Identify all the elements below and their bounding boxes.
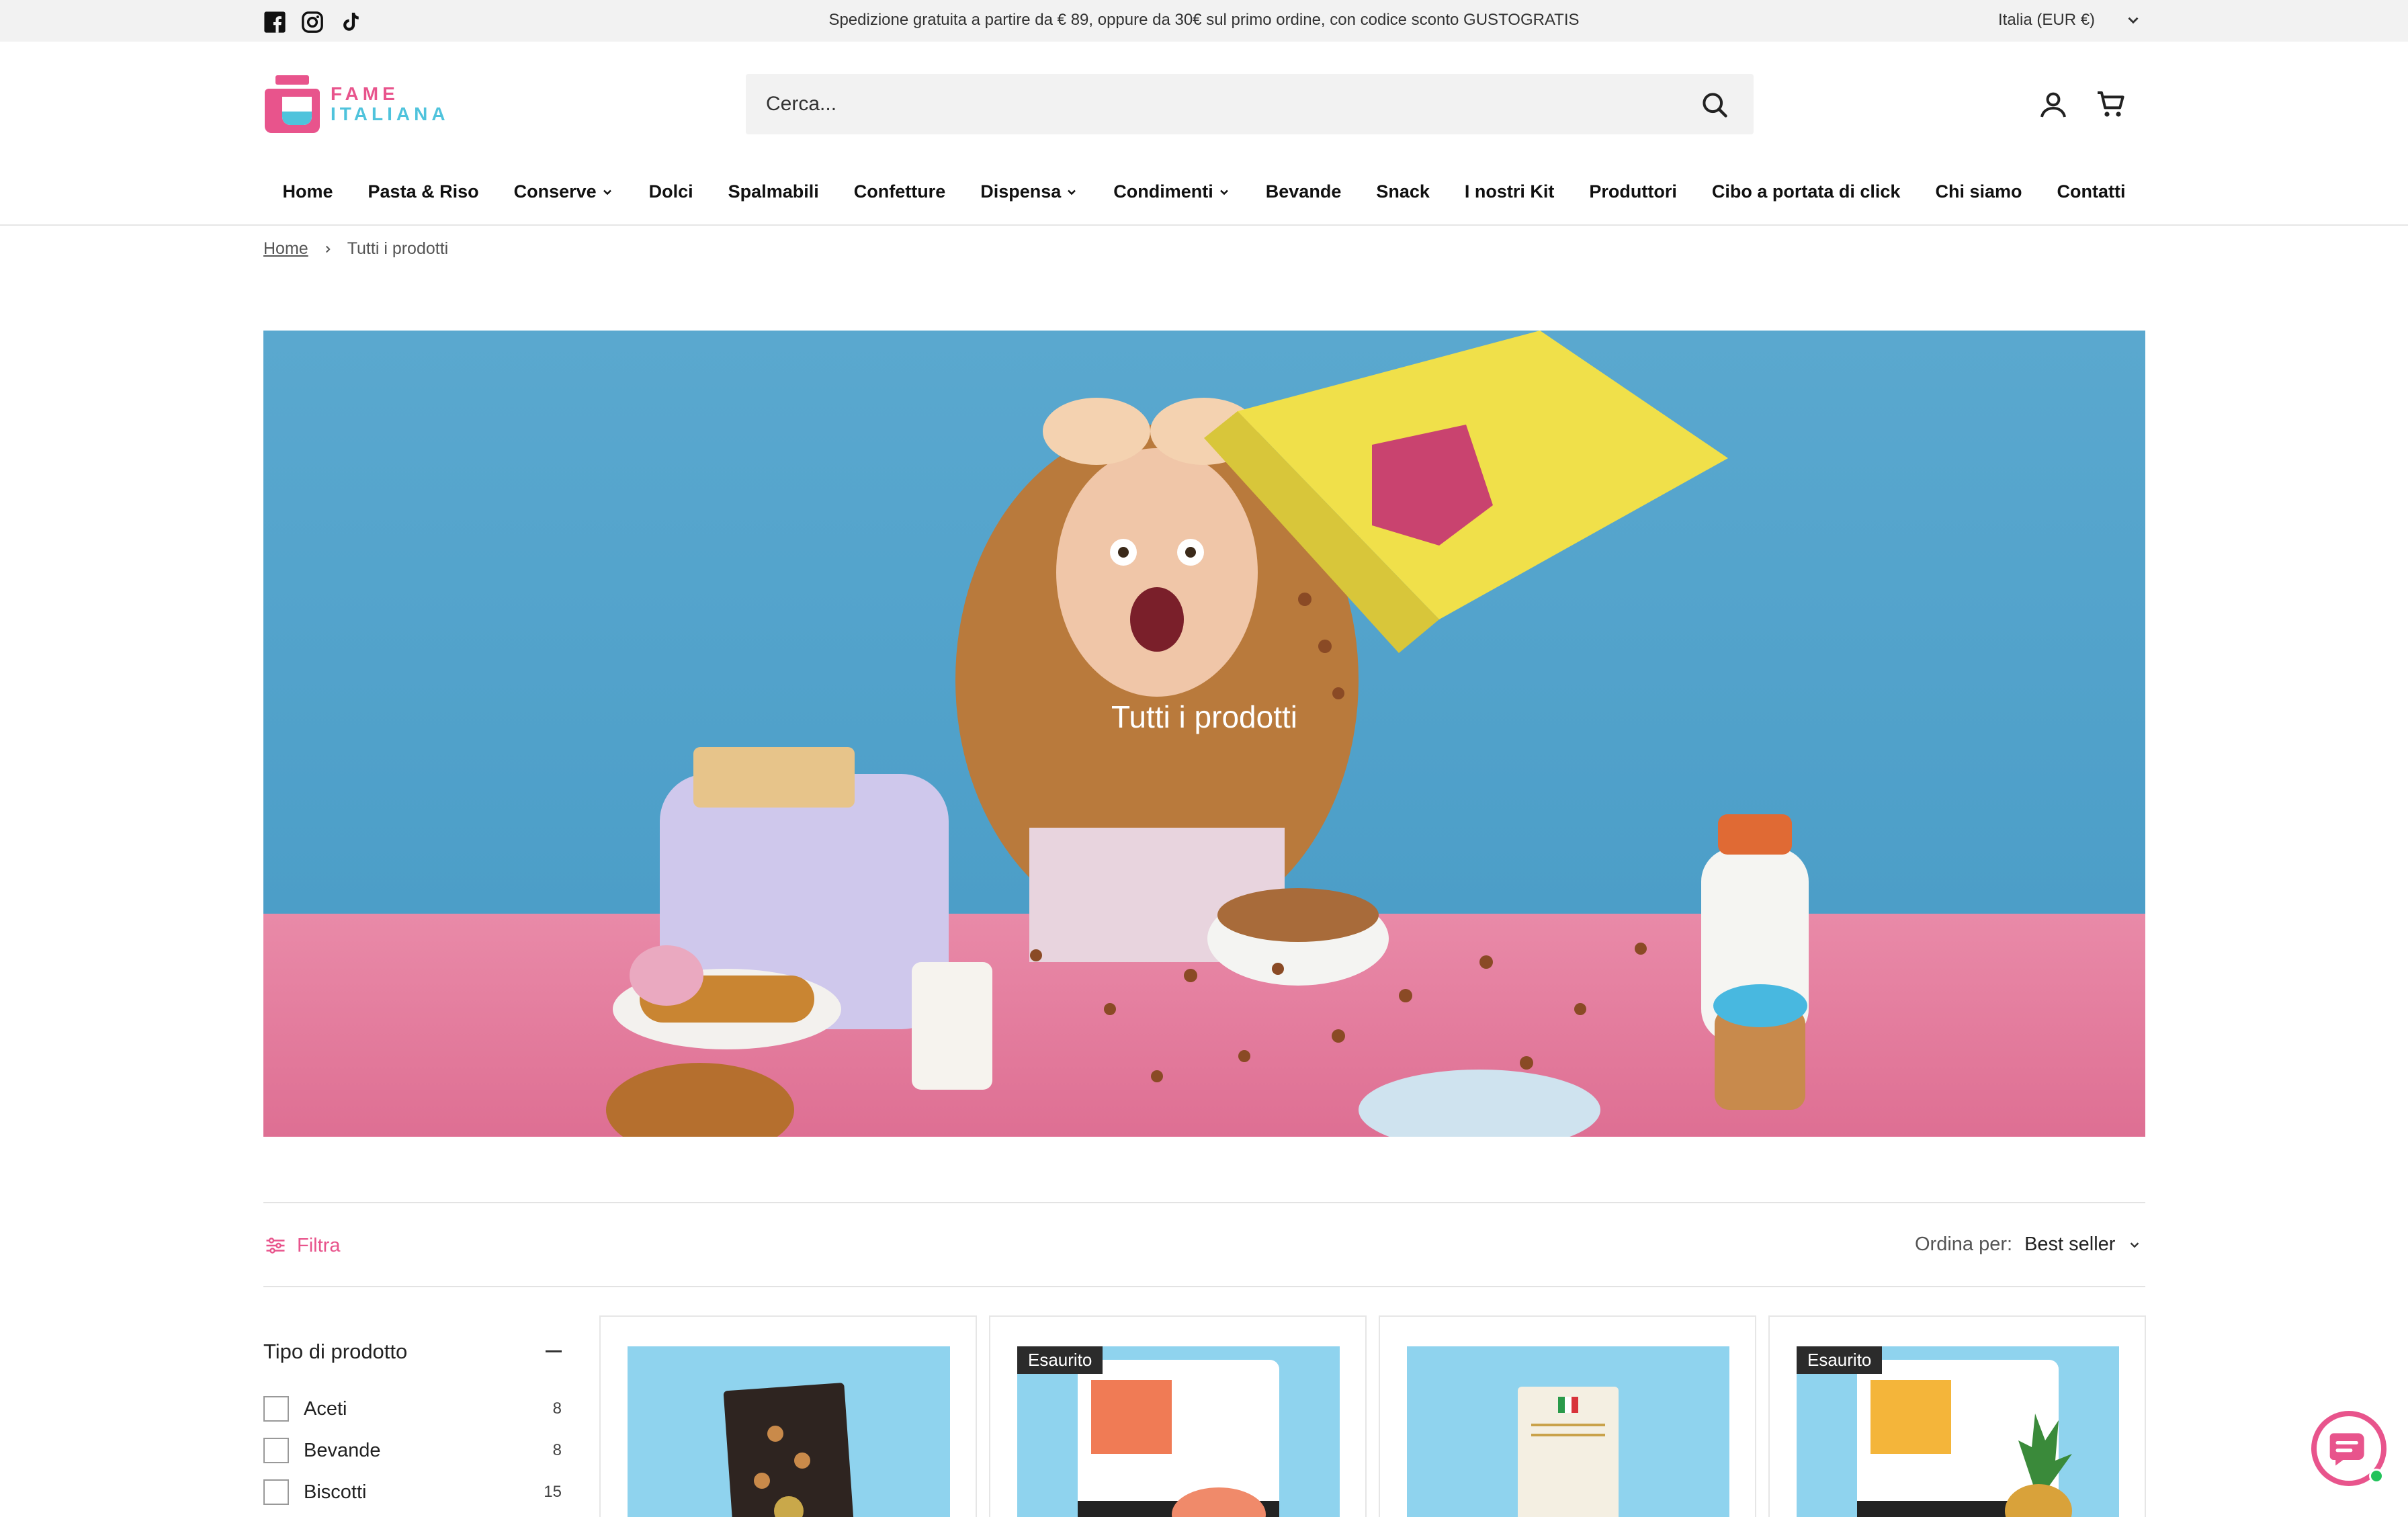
announcement-bar: Spedizione gratuita a partire da € 89, o… bbox=[0, 0, 2408, 42]
nav-item-conserve[interactable]: Conserve bbox=[514, 181, 614, 202]
nav-label: Dolci bbox=[648, 181, 693, 202]
nav-label: Conserve bbox=[513, 181, 597, 202]
header-actions bbox=[2037, 89, 2127, 121]
nav-item-dispensa[interactable]: Dispensa bbox=[980, 181, 1078, 202]
nav-label: Confetture bbox=[853, 181, 946, 202]
filter-label: Filtra bbox=[297, 1234, 341, 1256]
nav-label: I nostri Kit bbox=[1464, 181, 1555, 202]
product-image[interactable] bbox=[1407, 1346, 1729, 1517]
nav-label: Home bbox=[282, 181, 333, 202]
logo-jar-icon bbox=[265, 75, 320, 133]
nav-item-contatti[interactable]: Contatti bbox=[2057, 181, 2125, 202]
filter-option-count: 15 bbox=[544, 1483, 562, 1501]
logo-wordmark: FAME ITALIANA bbox=[331, 84, 449, 124]
nav-label: Cibo a portata di click bbox=[1711, 181, 1901, 202]
product-photo bbox=[1518, 1387, 1619, 1517]
nav-label: Produttori bbox=[1589, 181, 1677, 202]
search-input[interactable] bbox=[766, 74, 1693, 134]
nav-label: Snack bbox=[1376, 181, 1430, 202]
nav-item-home[interactable]: Home bbox=[283, 181, 333, 202]
chevron-down-icon bbox=[2128, 17, 2139, 24]
filter-checkbox[interactable] bbox=[263, 1438, 289, 1463]
filter-option-count: 8 bbox=[552, 1399, 562, 1418]
nav-item-pasta-riso[interactable]: Pasta & Riso bbox=[368, 181, 479, 202]
filter-options: Aceti 8 Bevande 8 Biscotti 15 bbox=[263, 1388, 562, 1513]
locale-label: Italia (EUR €) bbox=[1998, 11, 2096, 29]
nav-item-confetture[interactable]: Confetture bbox=[854, 181, 946, 202]
nav-label: Spalmabili bbox=[728, 181, 819, 202]
filter-option-count: 8 bbox=[552, 1441, 562, 1459]
filter-group-title: Tipo di prodotto bbox=[263, 1340, 408, 1363]
sold-out-badge: Esaurito bbox=[1017, 1346, 1103, 1374]
sliders-icon bbox=[266, 1238, 285, 1254]
filter-option-label: Bevande bbox=[304, 1439, 381, 1461]
nav-label: Contatti bbox=[2057, 181, 2126, 202]
nav-item-dolci[interactable]: Dolci bbox=[649, 181, 693, 202]
toolbar-divider-top bbox=[263, 1202, 2145, 1203]
chat-bubble-icon bbox=[2329, 1433, 2364, 1466]
cart-icon[interactable] bbox=[2095, 89, 2127, 121]
filter-option[interactable]: Aceti 8 bbox=[263, 1388, 562, 1430]
sort-value: Best seller bbox=[2024, 1233, 2116, 1255]
nav-item-spalmabili[interactable]: Spalmabili bbox=[728, 181, 819, 202]
account-icon[interactable] bbox=[2037, 89, 2069, 121]
product-photo bbox=[723, 1383, 855, 1517]
hero-title: Tutti i prodotti bbox=[1111, 699, 1297, 734]
product-card[interactable]: Esaurito bbox=[1768, 1315, 2146, 1517]
product-card[interactable] bbox=[1379, 1315, 1756, 1517]
chevron-down-icon bbox=[2131, 1242, 2139, 1248]
filter-checkbox[interactable] bbox=[263, 1479, 289, 1505]
breadcrumb-current: Tutti i prodotti bbox=[347, 239, 449, 258]
product-card[interactable] bbox=[599, 1315, 977, 1517]
filter-option[interactable]: Biscotti 15 bbox=[263, 1471, 562, 1513]
filter-option-label: Aceti bbox=[304, 1397, 347, 1420]
nav-item-condimenti[interactable]: Condimenti bbox=[1113, 181, 1231, 202]
nav-item-snack[interactable]: Snack bbox=[1376, 181, 1430, 202]
collection-hero: Tutti i prodotti bbox=[263, 331, 2145, 1137]
filter-option-label: Biscotti bbox=[304, 1481, 367, 1503]
locale-selector[interactable]: Italia (EUR €) bbox=[1998, 11, 2142, 30]
chevron-down-icon bbox=[1068, 189, 1076, 195]
nav-label: Dispensa bbox=[980, 181, 1062, 202]
brand-logo[interactable]: FAME ITALIANA bbox=[263, 74, 449, 134]
nav-divider bbox=[0, 224, 2408, 226]
nav-item-produttori[interactable]: Produttori bbox=[1589, 181, 1676, 202]
nav-item-bevande[interactable]: Bevande bbox=[1266, 181, 1342, 202]
search-bar bbox=[746, 74, 1754, 134]
sort-label: Ordina per: bbox=[1915, 1233, 2013, 1255]
logo-line-2: ITALIANA bbox=[331, 103, 449, 124]
chevron-down-icon bbox=[1219, 189, 1228, 195]
nav-label: Pasta & Riso bbox=[368, 181, 479, 202]
filter-group-heading[interactable]: Tipo di prodotto bbox=[263, 1340, 562, 1364]
product-image[interactable] bbox=[628, 1346, 950, 1517]
filter-checkbox[interactable] bbox=[263, 1396, 289, 1422]
product-card[interactable]: Esaurito bbox=[989, 1315, 1367, 1517]
chat-launcher-button[interactable] bbox=[2311, 1411, 2386, 1486]
nav-item-kit[interactable]: I nostri Kit bbox=[1465, 181, 1555, 202]
sort-select[interactable]: Ordina per: Best seller bbox=[1915, 1233, 2142, 1256]
filter-option[interactable]: Bevande 8 bbox=[263, 1430, 562, 1471]
nav-label: Chi siamo bbox=[1935, 181, 2022, 202]
sold-out-badge: Esaurito bbox=[1797, 1346, 1883, 1374]
online-status-dot bbox=[2369, 1469, 2384, 1483]
nav-item-chi-siamo[interactable]: Chi siamo bbox=[1935, 181, 2022, 202]
collapse-minus-icon[interactable] bbox=[546, 1350, 562, 1352]
breadcrumb-home-link[interactable]: Home bbox=[263, 239, 308, 259]
nav-item-cibo-click[interactable]: Cibo a portata di click bbox=[1712, 181, 1901, 202]
nav-label: Bevande bbox=[1265, 181, 1342, 202]
main-navigation: Home Pasta & Riso Conserve Dolci Spalmab… bbox=[0, 181, 2408, 202]
search-icon[interactable] bbox=[1700, 90, 1729, 120]
toolbar-divider-bottom bbox=[263, 1286, 2145, 1287]
logo-line-1: FAME bbox=[331, 83, 399, 104]
filter-button[interactable]: Filtra bbox=[263, 1233, 340, 1258]
breadcrumb: Home Tutti i prodotti bbox=[263, 239, 448, 259]
chevron-right-icon bbox=[325, 245, 331, 253]
nav-label: Condimenti bbox=[1113, 181, 1213, 202]
chevron-down-icon bbox=[603, 189, 611, 195]
